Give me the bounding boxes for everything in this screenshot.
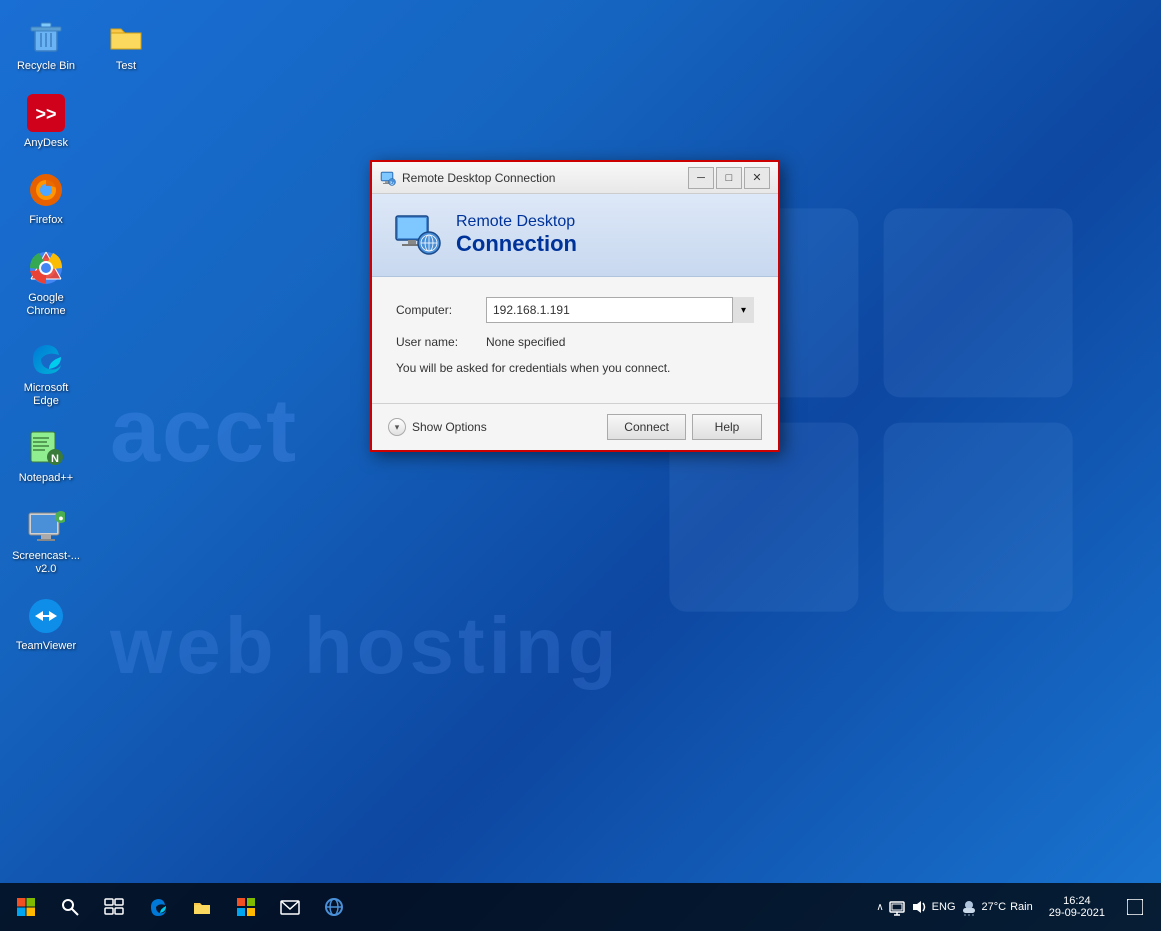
username-field: User name: None specified xyxy=(396,335,754,349)
recycle-bin-icon xyxy=(26,16,66,56)
computer-input[interactable] xyxy=(486,297,754,323)
desktop-icon-recycle-bin[interactable]: Recycle Bin xyxy=(10,10,82,79)
desktop-icon-microsoft-edge[interactable]: Microsoft Edge xyxy=(10,332,82,414)
tray-condition: Rain xyxy=(1010,901,1033,913)
screencast-label: Screencast-... v2.0 xyxy=(12,550,80,576)
svg-text:↻: ↻ xyxy=(390,181,394,186)
tray-temperature: 27°C xyxy=(982,901,1007,913)
show-options-button[interactable]: ▾ Show Options xyxy=(388,418,487,436)
desktop: acct web hosting Recycle Bin xyxy=(0,0,1161,931)
taskbar-task-view-button[interactable] xyxy=(92,885,136,929)
test-folder-icon xyxy=(106,16,146,56)
taskbar-tray: ∧ ENG 27°C Rain xyxy=(868,898,1040,916)
recycle-bin-label: Recycle Bin xyxy=(17,60,75,73)
svg-text:>>: >> xyxy=(35,104,56,124)
computer-field: Computer: ▾ xyxy=(396,297,754,323)
taskbar-mail-button[interactable] xyxy=(268,885,312,929)
tray-weather-icon xyxy=(960,898,978,916)
microsoft-edge-label: Microsoft Edge xyxy=(14,382,78,408)
taskbar-store-button[interactable] xyxy=(224,885,268,929)
taskbar-edge-button[interactable] xyxy=(136,885,180,929)
anydesk-icon: >> xyxy=(26,93,66,133)
desktop-icon-google-chrome[interactable]: Google Chrome xyxy=(10,242,82,324)
taskbar: ∧ ENG 27°C Rain 1 xyxy=(0,883,1161,931)
desktop-icon-notepadpp[interactable]: N Notepad++ xyxy=(10,422,82,491)
start-button[interactable] xyxy=(4,885,48,929)
desktop-icon-teamviewer[interactable]: TeamViewer xyxy=(10,590,82,659)
credentials-note: You will be asked for credentials when y… xyxy=(396,361,754,375)
test-folder-label: Test xyxy=(116,60,136,73)
microsoft-edge-icon xyxy=(26,338,66,378)
svg-text:N: N xyxy=(51,453,59,465)
tray-language[interactable]: ENG xyxy=(932,901,956,913)
anydesk-label: AnyDesk xyxy=(24,137,68,150)
icon-row-0: Recycle Bin Test xyxy=(10,10,162,79)
dialog-titlebar: ↻ Remote Desktop Connection ─ □ ✕ xyxy=(372,162,778,194)
dialog-banner-line1: Remote Desktop xyxy=(456,213,577,231)
taskbar-clock[interactable]: 16:24 29-09-2021 xyxy=(1041,895,1113,919)
taskbar-store-icon xyxy=(236,897,256,917)
username-value: None specified xyxy=(486,335,565,349)
desktop-icon-firefox[interactable]: Firefox xyxy=(10,164,82,233)
taskbar-ie-icon xyxy=(324,897,344,917)
dialog-footer: ▾ Show Options Connect Help xyxy=(372,403,778,450)
screencast-icon: ● xyxy=(26,506,66,546)
computer-input-wrap: ▾ xyxy=(486,297,754,323)
tray-network-icon xyxy=(888,898,906,916)
dialog-title-icon: ↻ xyxy=(380,170,396,186)
teamviewer-icon xyxy=(26,596,66,636)
dialog-minimize-button[interactable]: ─ xyxy=(688,167,714,189)
watermark-webhosting: web hosting xyxy=(110,600,621,692)
google-chrome-label: Google Chrome xyxy=(14,292,78,318)
svg-text:●: ● xyxy=(58,513,63,523)
dialog-banner-icon xyxy=(392,210,442,260)
tray-volume-icon xyxy=(910,898,928,916)
computer-dropdown-arrow[interactable]: ▾ xyxy=(732,297,754,323)
task-view-icon xyxy=(104,897,124,917)
credentials-note-text: You will be asked for credentials when y… xyxy=(396,361,670,375)
taskbar-file-explorer-icon xyxy=(192,897,212,917)
show-options-label: Show Options xyxy=(412,420,487,434)
dialog-window-controls: ─ □ ✕ xyxy=(688,167,770,189)
search-icon xyxy=(60,897,80,917)
dialog-banner-line2: Connection xyxy=(456,231,577,257)
dialog-title-text: Remote Desktop Connection xyxy=(402,171,688,185)
desktop-icon-screencast[interactable]: ● Screencast-... v2.0 xyxy=(10,500,82,582)
firefox-label: Firefox xyxy=(29,214,63,227)
clock-date: 29-09-2021 xyxy=(1049,907,1105,919)
help-button[interactable]: Help xyxy=(692,414,762,440)
teamviewer-label: TeamViewer xyxy=(16,640,76,653)
notepadpp-icon: N xyxy=(26,428,66,468)
dialog-body: Computer: ▾ User name: None specified Yo… xyxy=(372,277,778,403)
notepadpp-label: Notepad++ xyxy=(19,472,73,485)
dialog-maximize-button[interactable]: □ xyxy=(716,167,742,189)
firefox-icon xyxy=(26,170,66,210)
taskbar-mail-icon xyxy=(280,897,300,917)
taskbar-search-button[interactable] xyxy=(48,885,92,929)
dialog-banner: Remote Desktop Connection xyxy=(372,194,778,277)
remote-desktop-dialog: ↻ Remote Desktop Connection ─ □ ✕ xyxy=(370,160,780,452)
taskbar-file-explorer-button[interactable] xyxy=(180,885,224,929)
taskbar-edge-icon xyxy=(148,897,168,917)
desktop-icons-area: Recycle Bin Test >> AnyDesk xyxy=(10,10,162,659)
clock-time: 16:24 xyxy=(1063,895,1091,907)
computer-label: Computer: xyxy=(396,303,486,317)
windows-start-icon xyxy=(16,897,36,917)
dialog-banner-title: Remote Desktop Connection xyxy=(456,213,577,257)
desktop-icon-test[interactable]: Test xyxy=(90,10,162,79)
show-options-arrow-icon: ▾ xyxy=(388,418,406,436)
tray-chevron[interactable]: ∧ xyxy=(876,902,883,913)
username-label: User name: xyxy=(396,335,486,349)
taskbar-ie-button[interactable] xyxy=(312,885,356,929)
notification-icon xyxy=(1127,899,1143,915)
taskbar-notification-button[interactable] xyxy=(1113,885,1157,929)
google-chrome-icon xyxy=(26,248,66,288)
connect-button[interactable]: Connect xyxy=(607,414,686,440)
dialog-close-button[interactable]: ✕ xyxy=(744,167,770,189)
desktop-icon-anydesk[interactable]: >> AnyDesk xyxy=(10,87,82,156)
